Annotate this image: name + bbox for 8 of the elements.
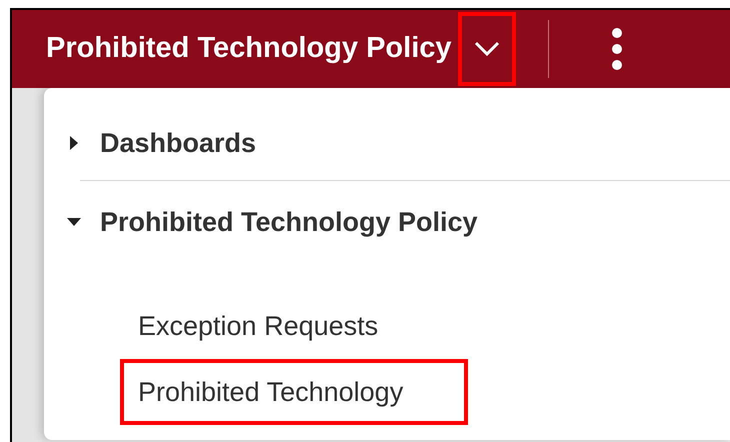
dropdown-button[interactable] xyxy=(458,12,516,86)
menu-item[interactable]: Exception Requests xyxy=(120,293,468,359)
menu-section[interactable]: Prohibited Technology Policy xyxy=(44,205,730,239)
menu-item[interactable]: Prohibited Technology xyxy=(120,359,468,425)
kebab-menu-icon xyxy=(610,27,623,71)
chevron-down-icon xyxy=(474,41,500,57)
menu-section[interactable]: Dashboards xyxy=(44,126,730,160)
header-title: Prohibited Technology Policy xyxy=(46,31,452,66)
